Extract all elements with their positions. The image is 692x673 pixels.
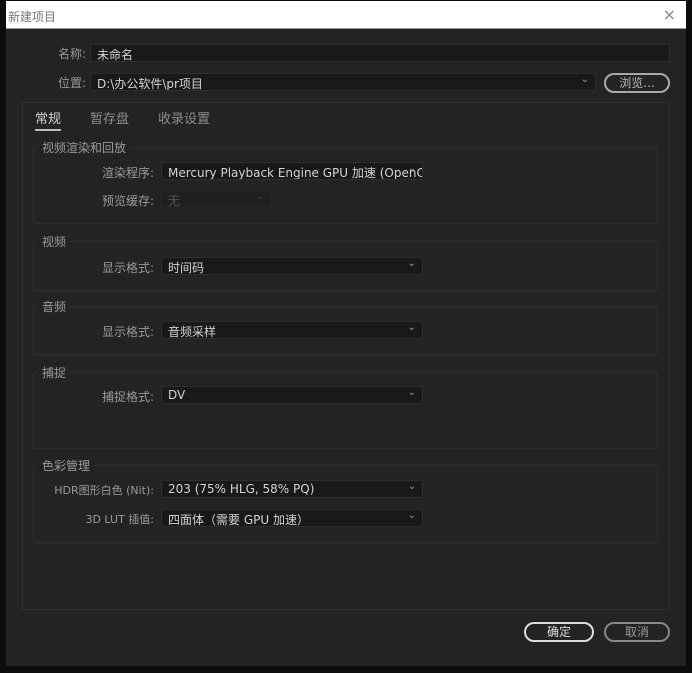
ok-button[interactable]: 确定 (524, 622, 594, 642)
renderer-value: Mercury Playback Engine GPU 加速 (OpenCL) (168, 166, 423, 180)
tab-general[interactable]: 常规 (35, 108, 62, 131)
chevron-down-icon: ⌄ (407, 387, 416, 398)
preview-cache-dropdown: 无 ⌄ (161, 190, 271, 208)
capture-format-dropdown[interactable]: DV ⌄ (161, 386, 423, 404)
group-video: 视频 显示格式: 时间码 ⌄ (33, 233, 658, 291)
group-color-management: 色彩管理 HDR图形白色 (Nit): 203 (75% HLG, 58% PQ… (33, 457, 658, 543)
video-format-label: 显示格式: (101, 261, 154, 275)
renderer-label: 渲染程序: (101, 166, 154, 180)
lut-interpolation-dropdown[interactable]: 四面体（需要 GPU 加速） ⌄ (161, 509, 423, 527)
audio-format-dropdown[interactable]: 音频采样 ⌄ (161, 321, 423, 339)
group-title: 视频 (38, 233, 71, 250)
preview-cache-value: 无 (168, 194, 181, 208)
browse-button[interactable]: 浏览... (604, 73, 670, 93)
preview-cache-label: 预览缓存: (101, 194, 154, 208)
name-label: 名称: (57, 47, 86, 61)
chevron-down-icon: ⌄ (407, 510, 416, 521)
group-title: 视频渲染和回放 (38, 139, 131, 156)
location-dropdown[interactable]: D:\办公软件\pr项目 ⌄ (90, 73, 596, 91)
group-audio: 音频 显示格式: 音频采样 ⌄ (33, 298, 658, 355)
tab-ingest-settings[interactable]: 收录设置 (158, 108, 210, 127)
location-value: D:\办公软件\pr项目 (97, 77, 203, 91)
lut-interpolation-value: 四面体（需要 GPU 加速） (168, 513, 309, 527)
capture-format-label: 捕捉格式: (101, 390, 154, 404)
cancel-button[interactable]: 取消 (604, 622, 670, 642)
lut-interpolation-label: 3D LUT 插值: (85, 513, 154, 526)
chevron-down-icon: ⌄ (407, 163, 416, 174)
title-bar: 新建项目 × (6, 1, 686, 29)
video-format-dropdown[interactable]: 时间码 ⌄ (161, 257, 423, 275)
group-capture: 捕捉 捕捉格式: DV ⌄ (33, 364, 658, 449)
chevron-down-icon: ⌄ (580, 74, 589, 85)
video-format-value: 时间码 (168, 261, 205, 275)
capture-format-value: DV (168, 388, 186, 402)
chevron-down-icon: ⌄ (255, 191, 264, 202)
group-title: 音频 (38, 298, 71, 315)
audio-format-value: 音频采样 (168, 325, 217, 339)
hdr-white-value: 203 (75% HLG, 58% PQ) (168, 482, 315, 496)
chevron-down-icon: ⌄ (407, 481, 416, 492)
group-title: 捕捉 (38, 364, 71, 381)
hdr-white-dropdown[interactable]: 203 (75% HLG, 58% PQ) ⌄ (161, 480, 423, 498)
renderer-dropdown[interactable]: Mercury Playback Engine GPU 加速 (OpenCL) ⌄ (161, 162, 423, 180)
window-title: 新建项目 (8, 10, 57, 24)
tab-scratch-disks[interactable]: 暂存盘 (90, 108, 129, 127)
audio-format-label: 显示格式: (101, 325, 154, 339)
group-title: 色彩管理 (38, 457, 95, 474)
chevron-down-icon: ⌄ (407, 258, 416, 269)
hdr-white-label: HDR图形白色 (Nit): (54, 484, 154, 497)
name-input[interactable]: 未命名 (90, 44, 670, 62)
settings-tab-panel: 常规 暂存盘 收录设置 视频渲染和回放 渲染程序: Mercury Playba… (22, 102, 670, 610)
location-label: 位置: (57, 76, 86, 90)
close-icon[interactable]: × (663, 5, 676, 24)
chevron-down-icon: ⌄ (407, 322, 416, 333)
dialog-body: 名称: 未命名 位置: D:\办公软件\pr项目 ⌄ 浏览... 常规 暂存盘 … (6, 29, 686, 666)
group-render-playback: 视频渲染和回放 渲染程序: Mercury Playback Engine GP… (33, 139, 658, 224)
